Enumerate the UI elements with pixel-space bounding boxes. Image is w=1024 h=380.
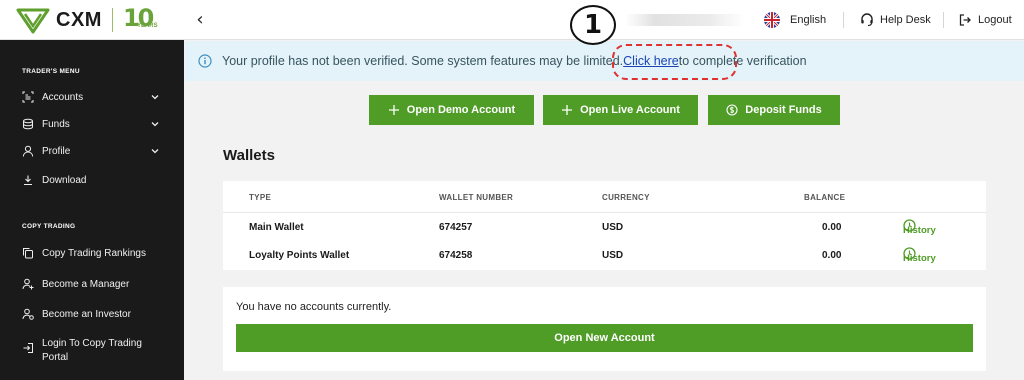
- headset-icon: [861, 13, 873, 27]
- cxm-logo-icon: [16, 8, 50, 34]
- open-new-account-button[interactable]: Open New Account: [236, 324, 973, 352]
- logo-divider: [111, 8, 113, 32]
- chevron-down-icon: [151, 122, 159, 127]
- accounts-icon: [22, 91, 34, 103]
- annotation-step-number: 1: [570, 5, 616, 45]
- brand-name: CXM: [56, 8, 102, 31]
- wallets-table: TYPE WALLET NUMBER CURRENCY BALANCE Main…: [223, 181, 986, 270]
- wallet-number: 674258: [439, 250, 473, 261]
- plus-icon: [388, 105, 399, 115]
- plus-icon: [562, 105, 573, 115]
- sidebar: TRADER'S MENU Accounts Funds Profile Dow…: [0, 40, 184, 380]
- sidebar-item-accounts[interactable]: Accounts: [22, 90, 170, 104]
- years-label: YEARS: [136, 23, 158, 29]
- help-desk-label: Help Desk: [880, 14, 931, 26]
- sidebar-item-label: Login To Copy Trading: [42, 338, 142, 349]
- blurred-user-name: [625, 14, 745, 26]
- sidebar-item-become-manager[interactable]: Become a Manager: [22, 277, 170, 291]
- sidebar-item-label: Portal: [42, 352, 69, 363]
- sidebar-item-funds[interactable]: Funds: [22, 117, 170, 131]
- sidebar-item-profile[interactable]: Profile: [22, 144, 170, 158]
- copy-icon: [23, 248, 33, 259]
- funds-icon: [23, 118, 33, 130]
- info-icon: [198, 54, 212, 68]
- top-bar: CXM 10 YEARS ‹ English Help Desk Logout: [0, 0, 1024, 40]
- collapse-sidebar-chevron-left-icon[interactable]: ‹: [190, 9, 210, 31]
- history-link[interactable]: History: [903, 247, 936, 264]
- language-selector[interactable]: English: [764, 0, 826, 40]
- sidebar-item-label: Profile: [42, 145, 71, 157]
- open-live-account-button[interactable]: Open Live Account: [543, 95, 698, 125]
- brand-logo[interactable]: CXM 10 YEARS: [16, 4, 163, 34]
- sidebar-item-label: Download: [42, 174, 87, 186]
- login-icon: [23, 343, 33, 353]
- table-row: Loyalty Points Wallet 674258 USD 0.00 Hi…: [223, 244, 986, 268]
- column-header-type: TYPE: [249, 193, 272, 202]
- chevron-down-icon: [151, 95, 159, 100]
- annotation-highlight-ring: [612, 44, 737, 80]
- button-label: Open Live Account: [580, 104, 680, 116]
- wallet-currency: USD: [602, 222, 624, 233]
- divider: [943, 12, 944, 28]
- language-label: English: [790, 14, 827, 26]
- sidebar-item-copy-trading-rankings[interactable]: Copy Trading Rankings: [22, 246, 170, 260]
- uk-flag-icon: [764, 12, 780, 28]
- open-demo-account-button[interactable]: Open Demo Account: [369, 95, 534, 125]
- sidebar-item-login-copy-trading-portal[interactable]: Login To Copy Trading Portal: [22, 337, 170, 367]
- wallet-type: Main Wallet: [249, 222, 304, 233]
- column-header-wallet-number: WALLET NUMBER: [439, 193, 514, 202]
- sidebar-item-label: Accounts: [42, 91, 84, 103]
- sidebar-item-label: Copy Trading Rankings: [42, 247, 146, 259]
- verification-notice: Your profile has not been verified. Some…: [185, 41, 1024, 81]
- logout-label: Logout: [978, 14, 1012, 26]
- help-desk-link[interactable]: Help Desk: [860, 0, 931, 40]
- history-label: History: [903, 225, 936, 236]
- logout-link[interactable]: Logout: [958, 0, 1012, 40]
- add-user-icon: [22, 278, 34, 290]
- sidebar-item-become-investor[interactable]: Become an Investor: [22, 307, 170, 321]
- deposit-funds-button[interactable]: Deposit Funds: [708, 95, 840, 125]
- column-header-balance: BALANCE: [804, 193, 846, 202]
- accounts-panel: You have no accounts currently. Open New…: [223, 287, 986, 371]
- dollar-coin-icon: [726, 104, 738, 116]
- history-link[interactable]: History: [903, 219, 936, 236]
- sidebar-item-download[interactable]: Download: [22, 173, 170, 187]
- header-divider: [223, 212, 986, 213]
- table-row: Main Wallet 674257 USD 0.00 History: [223, 216, 986, 240]
- button-label: Open Demo Account: [406, 104, 516, 116]
- button-label: Deposit Funds: [745, 104, 822, 116]
- wallet-number: 674257: [439, 222, 473, 233]
- investor-icon: [22, 308, 34, 320]
- wallet-balance: 0.00: [822, 250, 842, 261]
- ten-years-badge: 10 YEARS: [123, 4, 163, 34]
- wallet-type: Loyalty Points Wallet: [249, 250, 350, 261]
- copy-trading-heading: COPY TRADING: [22, 223, 76, 230]
- sidebar-item-label: Funds: [42, 118, 70, 130]
- profile-icon: [22, 145, 34, 157]
- wallets-heading: Wallets: [223, 147, 275, 164]
- wallet-balance: 0.00: [822, 222, 842, 233]
- wallet-currency: USD: [602, 250, 624, 261]
- no-accounts-message: You have no accounts currently.: [236, 301, 392, 313]
- download-icon: [24, 175, 32, 186]
- notice-text: Your profile has not been verified. Some…: [222, 54, 624, 68]
- logout-icon: [959, 14, 971, 26]
- sidebar-item-label-wrap: Login To Copy Trading Portal: [42, 337, 142, 365]
- history-label: History: [903, 253, 936, 264]
- sidebar-item-label: Become an Investor: [42, 308, 131, 320]
- traders-menu-heading: TRADER'S MENU: [22, 68, 80, 75]
- column-header-currency: CURRENCY: [602, 193, 650, 202]
- divider: [843, 12, 844, 28]
- chevron-down-icon: [151, 149, 159, 154]
- sidebar-item-label: Become a Manager: [42, 278, 130, 290]
